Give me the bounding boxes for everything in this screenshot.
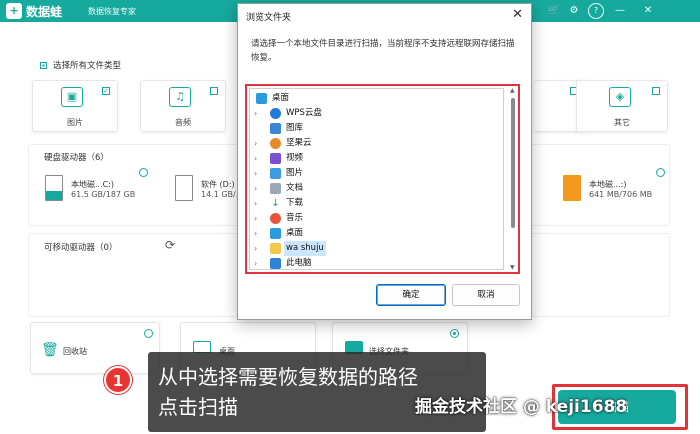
- app-window: + 数据蛙 数据恢复专家 🛒 ⚙ ? — ✕ 选择所有文件类型 ▣ ✓ 图片 ♫…: [0, 0, 700, 434]
- nut-cloud-icon: [270, 138, 281, 149]
- location-label: 回收站: [63, 347, 87, 356]
- file-type-card-images[interactable]: ▣ ✓ 图片: [32, 80, 118, 132]
- drive-name: 本地磁...C:): [71, 180, 115, 189]
- step-badge: 1: [104, 366, 132, 394]
- trash-icon: 🗑: [41, 342, 59, 358]
- desktop-icon: [256, 93, 267, 104]
- tree-node-label: 文档: [286, 183, 304, 193]
- app-name: 数据蛙: [26, 5, 63, 19]
- tree-node-label: 此电脑: [286, 258, 312, 268]
- tree-scrollbar[interactable]: ▲ ▼: [510, 87, 516, 271]
- dialog-close-icon[interactable]: ✕: [512, 7, 523, 22]
- gallery-icon: [270, 123, 281, 134]
- browse-folder-dialog: 浏览文件夹 ✕ 请选择一个本地文件目录进行扫描，当前程序不支持远程联网存储扫描恢…: [237, 3, 532, 320]
- hard-disk-title: 硬盘驱动器（6）: [44, 153, 109, 163]
- checkbox-icon[interactable]: [40, 62, 47, 69]
- checkbox-icon[interactable]: [210, 87, 218, 95]
- desktop-icon: [270, 228, 281, 239]
- drive-icon: [563, 175, 581, 201]
- tree-node-label: wa shuju: [284, 241, 326, 256]
- documents-icon: [270, 183, 281, 194]
- choose-folder-radio[interactable]: [450, 329, 459, 338]
- tree-node-label: 下载: [286, 198, 304, 208]
- scroll-down-icon[interactable]: ▼: [510, 264, 515, 271]
- file-type-card-audio[interactable]: ♫ 音频: [140, 80, 226, 132]
- folder-tree: 桌面 › WPS云盘 图库 › 坚果云 › 视频 › 图片 › 文档 › ↓ 下…: [249, 88, 504, 270]
- checkbox-checked-icon[interactable]: ✓: [102, 87, 110, 95]
- scroll-up-icon[interactable]: ▲: [510, 87, 515, 94]
- chevron-right-icon[interactable]: ›: [254, 106, 257, 121]
- video-icon: [270, 153, 281, 164]
- close-icon[interactable]: ✕: [640, 3, 656, 19]
- chevron-right-icon[interactable]: ›: [254, 196, 257, 211]
- settings-icon[interactable]: ⚙: [566, 3, 582, 19]
- tree-node-label: 桌面: [272, 93, 290, 103]
- scroll-thumb[interactable]: [511, 98, 515, 228]
- cancel-button[interactable]: 取消: [452, 284, 520, 306]
- cloud-icon: [270, 108, 281, 119]
- app-subtitle: 数据恢复专家: [88, 7, 136, 16]
- tree-node-label: 图库: [286, 123, 304, 133]
- watermark: 掘金技术社区 @ keji1688: [415, 397, 628, 417]
- removable-title: 可移动驱动器（0）: [44, 243, 118, 253]
- computer-icon: [270, 258, 281, 269]
- downloads-icon: ↓: [271, 198, 280, 209]
- pictures-icon: [270, 168, 281, 179]
- drive-icon: [45, 175, 63, 201]
- chevron-right-icon[interactable]: ›: [254, 151, 257, 166]
- dialog-title: 浏览文件夹: [246, 13, 292, 23]
- drive-c-radio[interactable]: [139, 168, 148, 177]
- location-recycle-bin[interactable]: 🗑 回收站: [30, 322, 160, 374]
- music-folder-icon: [270, 213, 281, 224]
- chevron-right-icon[interactable]: ›: [254, 241, 257, 256]
- chevron-right-icon[interactable]: ›: [254, 181, 257, 196]
- file-type-label: 音频: [175, 118, 191, 127]
- select-all-label: 选择所有文件类型: [53, 61, 122, 71]
- chevron-right-icon[interactable]: ›: [254, 226, 257, 241]
- minimize-icon[interactable]: —: [612, 3, 628, 19]
- select-all-file-types[interactable]: 选择所有文件类型: [40, 59, 121, 71]
- drive-name: 软件 (D:): [201, 180, 235, 189]
- chevron-right-icon[interactable]: ›: [254, 136, 257, 151]
- tree-node-label: WPS云盘: [286, 108, 322, 118]
- image-icon: ▣: [61, 87, 83, 107]
- dialog-instruction: 请选择一个本地文件目录进行扫描，当前程序不支持远程联网存储扫描恢复。: [251, 39, 515, 63]
- drive-size: 641 MB/706 MB: [589, 190, 653, 199]
- drive-icon: [175, 175, 193, 201]
- file-type-label: 其它: [614, 118, 630, 127]
- checkbox-icon[interactable]: [652, 87, 660, 95]
- help-icon[interactable]: ?: [588, 3, 604, 19]
- chevron-right-icon[interactable]: ›: [254, 256, 257, 269]
- other-icon: ◈: [609, 87, 631, 107]
- tree-node-label: 桌面: [286, 228, 304, 238]
- app-logo: +: [6, 3, 22, 19]
- callout-text: 从中选择需要恢复数据的路径 点击扫描: [158, 362, 418, 422]
- cart-icon[interactable]: 🛒: [546, 3, 562, 19]
- chevron-right-icon[interactable]: ›: [254, 211, 257, 226]
- file-type-label: 图片: [67, 118, 83, 127]
- callout-line-2: 点击扫描: [158, 395, 238, 419]
- folder-tree-highlight: 桌面 › WPS云盘 图库 › 坚果云 › 视频 › 图片 › 文档 › ↓ 下…: [245, 84, 520, 274]
- recycle-bin-radio[interactable]: [144, 329, 153, 338]
- tree-node-label: 图片: [286, 168, 304, 178]
- tree-node-label: 音乐: [286, 213, 304, 223]
- drive-other-radio[interactable]: [656, 168, 665, 177]
- tree-node-label: 视频: [286, 153, 304, 163]
- refresh-icon[interactable]: ⟳: [165, 238, 175, 252]
- folder-icon: [270, 243, 281, 254]
- chevron-right-icon[interactable]: ›: [254, 166, 257, 181]
- ok-button[interactable]: 确定: [376, 284, 446, 306]
- drive-size: 61.5 GB/187 GB: [71, 190, 136, 199]
- music-icon: ♫: [169, 87, 191, 107]
- callout-line-1: 从中选择需要恢复数据的路径: [158, 365, 418, 389]
- drive-name: 本地磁...:): [589, 180, 627, 189]
- file-type-card-other[interactable]: ◈ 其它: [576, 80, 668, 132]
- tree-node-label: 坚果云: [286, 138, 312, 148]
